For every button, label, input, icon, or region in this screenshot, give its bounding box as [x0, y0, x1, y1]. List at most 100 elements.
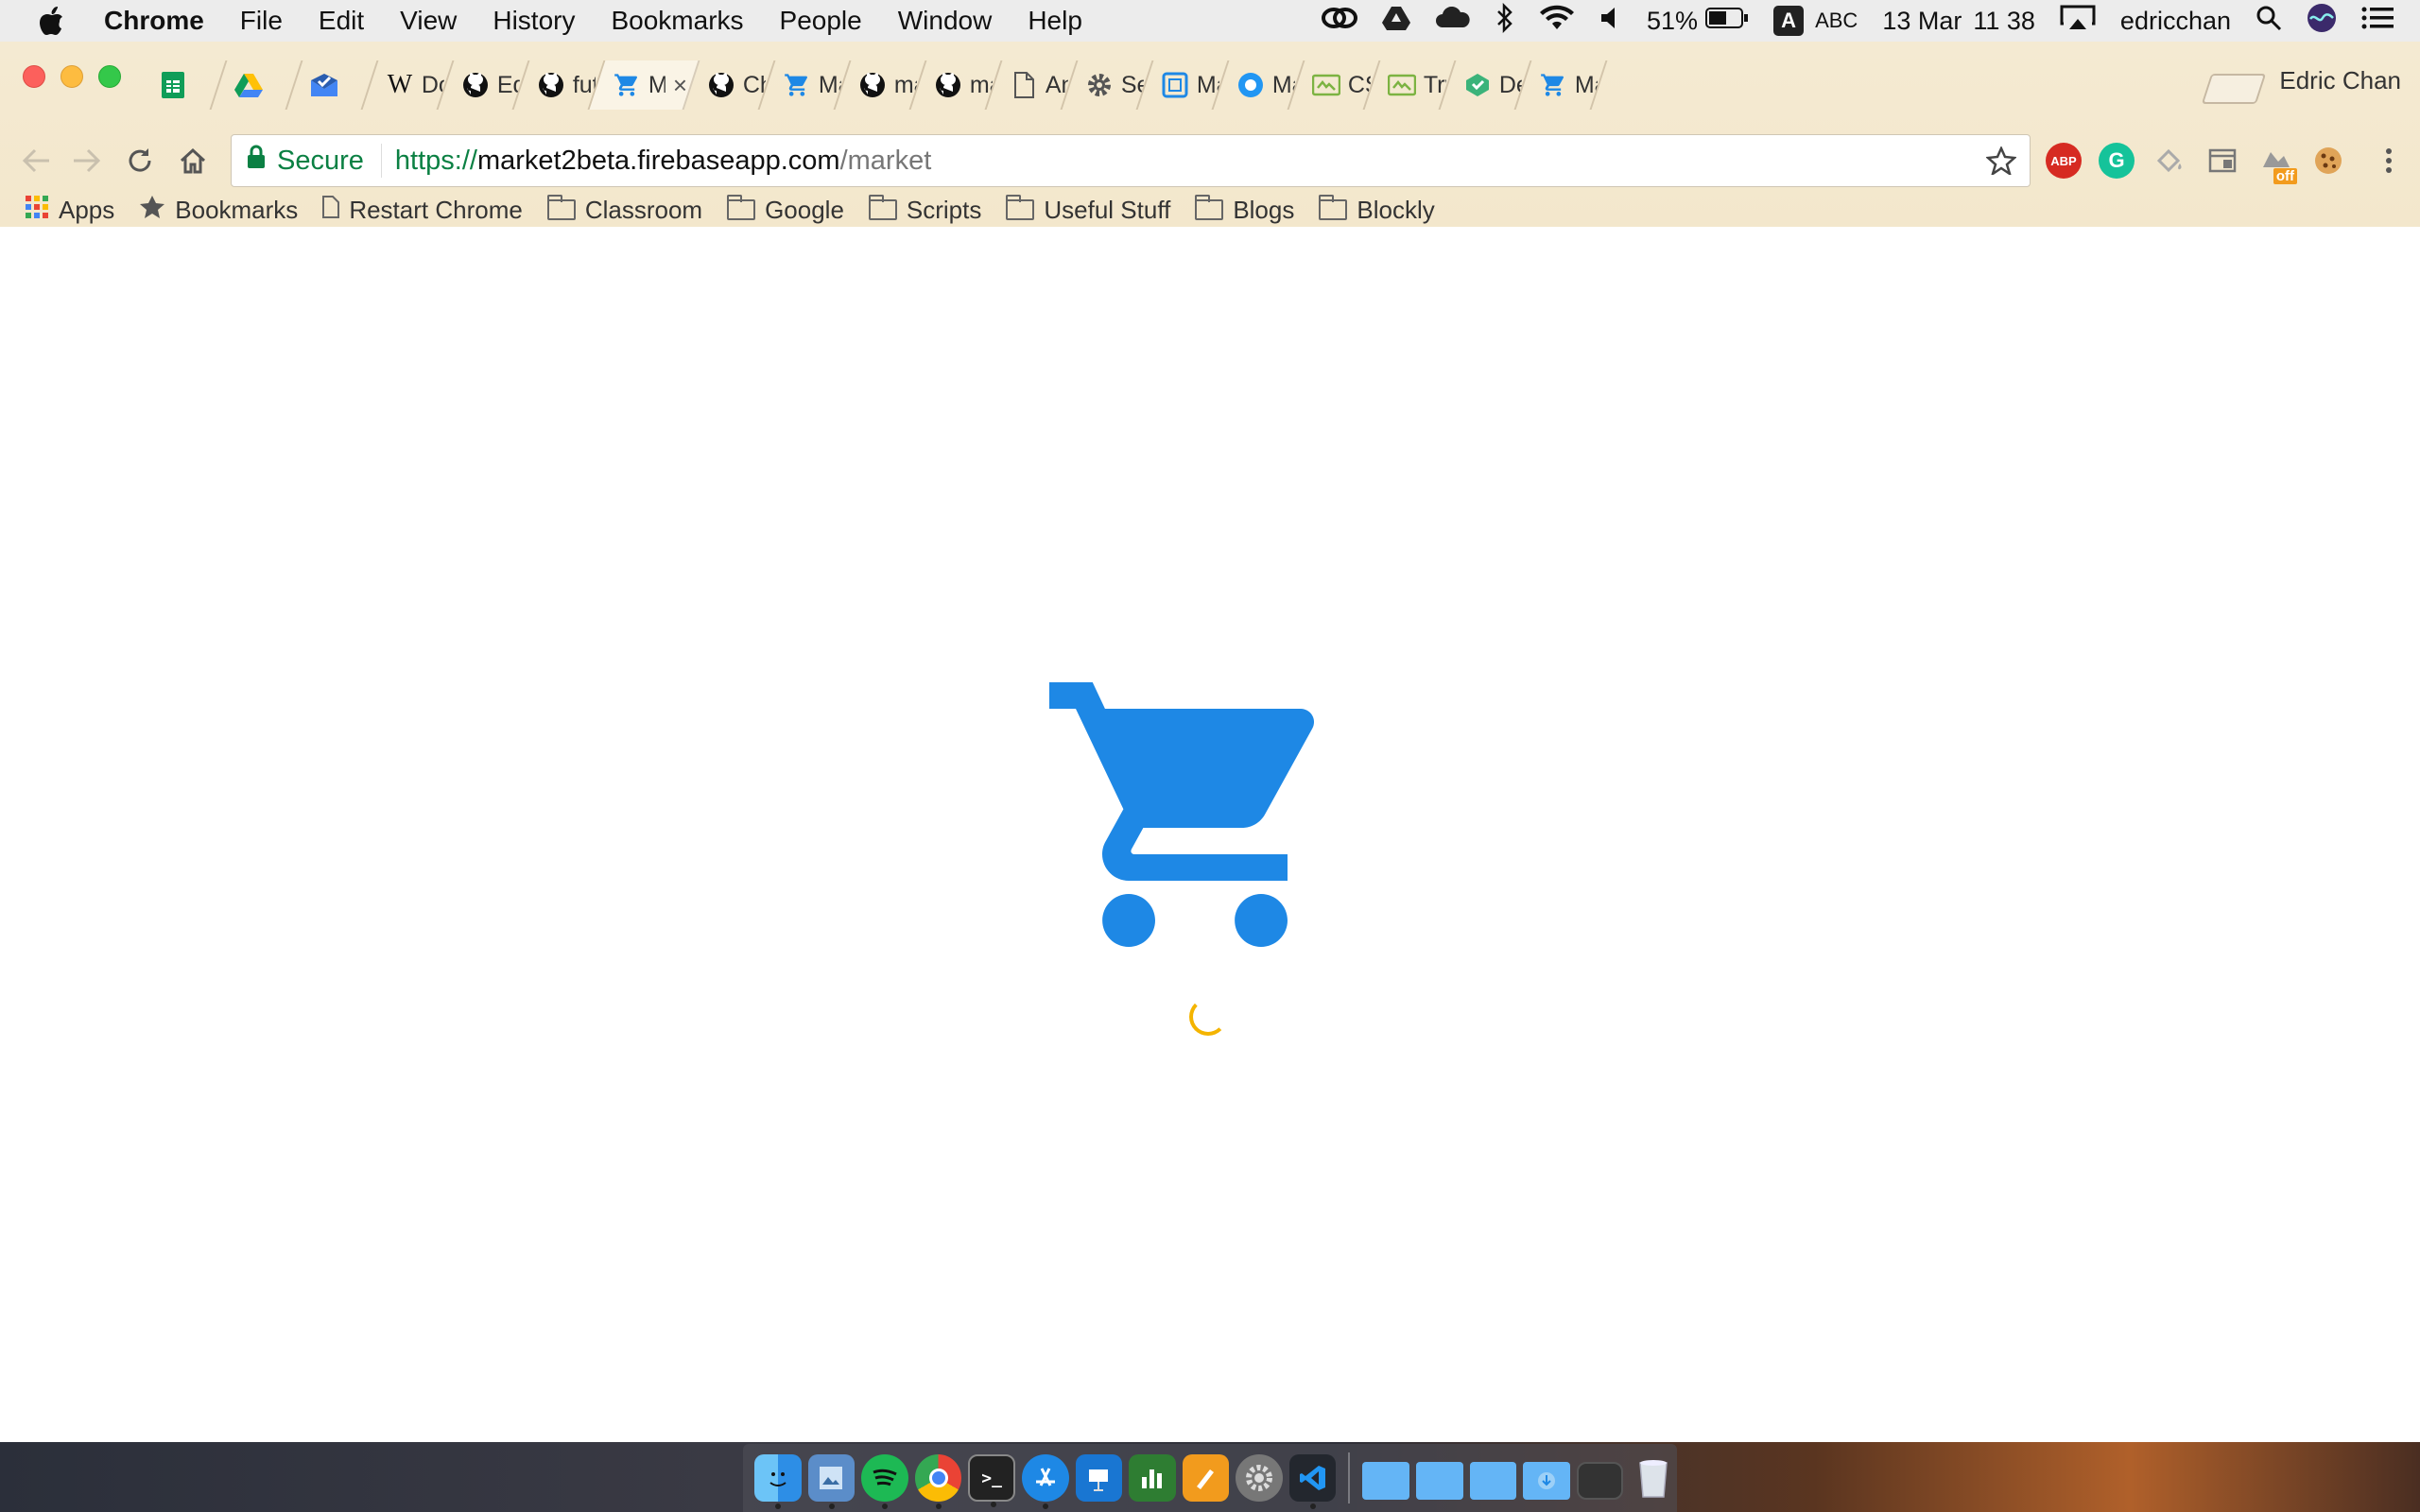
address-bar[interactable]: Secure https://market2beta.firebaseapp.c…: [231, 134, 2031, 187]
cookie-icon[interactable]: [2310, 143, 2346, 179]
apple-menu-icon[interactable]: [0, 7, 104, 35]
cart-icon: [613, 71, 641, 99]
wifi-icon[interactable]: [1539, 5, 1575, 38]
reload-button[interactable]: [119, 140, 161, 181]
menu-window[interactable]: Window: [880, 6, 1011, 36]
siri-icon[interactable]: [2307, 3, 2337, 40]
creative-cloud-icon[interactable]: [1322, 6, 1358, 37]
menu-help[interactable]: Help: [1010, 6, 1100, 36]
trash-icon[interactable]: [1630, 1454, 1677, 1502]
tab-market-active[interactable]: M ×: [589, 60, 700, 110]
spotlight-search-icon[interactable]: [2256, 5, 2282, 38]
terminal-icon[interactable]: >_: [968, 1454, 1015, 1507]
tab-market-3[interactable]: Mar: [1515, 60, 1608, 110]
minimize-window-button[interactable]: [60, 65, 83, 88]
home-button[interactable]: [172, 140, 214, 181]
pages-icon[interactable]: [1182, 1454, 1230, 1502]
google-drive-status-icon[interactable]: [1382, 6, 1411, 37]
new-tab-button[interactable]: [2201, 74, 2267, 104]
bookmark-folder-useful-stuff[interactable]: Useful Stuff: [994, 195, 1183, 225]
input-source-label[interactable]: ABC: [1815, 9, 1858, 33]
menu-view[interactable]: View: [382, 6, 475, 36]
off-badge-icon[interactable]: off: [2257, 143, 2297, 184]
bookmark-apps[interactable]: Apps: [0, 195, 127, 226]
folder-icon[interactable]: [1362, 1462, 1409, 1500]
page-icon: [322, 195, 340, 225]
folder-icon: [546, 195, 576, 220]
downloads-icon[interactable]: [1523, 1462, 1570, 1500]
bookmark-label: Google: [765, 195, 844, 224]
notification-center-icon[interactable]: [2361, 6, 2394, 37]
menubar-date[interactable]: 13 Mar: [1882, 7, 1962, 36]
folder-icon: [1319, 195, 1348, 220]
folder-icon[interactable]: [1415, 1462, 1463, 1500]
bookmark-bookmarks[interactable]: Bookmarks: [127, 195, 310, 226]
apps-grid-icon: [25, 195, 49, 226]
adblock-icon[interactable]: ABP: [2046, 143, 2082, 179]
bookmark-label: Scripts: [906, 195, 982, 224]
numbers-icon[interactable]: [1129, 1454, 1176, 1502]
tab-title: Ang: [1046, 71, 1068, 98]
forward-button[interactable]: [66, 140, 108, 181]
chrome-icon[interactable]: [914, 1454, 962, 1509]
off-badge-label: off: [2273, 168, 2297, 184]
bookmark-folder-scripts[interactable]: Scripts: [856, 195, 994, 225]
bookmark-star-icon[interactable]: [1985, 145, 2017, 182]
close-tab-icon[interactable]: ×: [673, 71, 687, 100]
star-icon: [139, 195, 165, 226]
wikipedia-icon: W: [387, 70, 413, 99]
menu-edit[interactable]: Edit: [301, 6, 382, 36]
bookmark-folder-classroom[interactable]: Classroom: [535, 195, 715, 225]
url-path: /market: [839, 145, 932, 176]
onedrive-icon[interactable]: [1435, 6, 1471, 36]
menu-bookmarks[interactable]: Bookmarks: [593, 6, 761, 36]
url-text[interactable]: https://market2beta.firebaseapp.com/mark…: [382, 146, 931, 177]
bookmark-folder-google[interactable]: Google: [715, 195, 856, 225]
app-store-icon[interactable]: [1021, 1454, 1069, 1509]
bookmark-restart-chrome[interactable]: Restart Chrome: [310, 195, 535, 225]
airplay-icon[interactable]: [2060, 5, 2096, 38]
volume-icon[interactable]: [1599, 6, 1622, 37]
grammarly-icon[interactable]: G: [2099, 143, 2135, 179]
back-button[interactable]: [15, 140, 57, 181]
battery-percent[interactable]: 51%: [1647, 7, 1698, 36]
secure-label: Secure: [277, 145, 364, 176]
menubar-user[interactable]: edricchan: [2120, 7, 2231, 36]
bluetooth-icon[interactable]: [1495, 2, 1514, 40]
battery-icon[interactable]: [1705, 7, 1749, 36]
window-icon[interactable]: [2204, 143, 2240, 179]
menu-file[interactable]: File: [222, 6, 301, 36]
folder-icon[interactable]: [1469, 1462, 1517, 1500]
profile-name[interactable]: Edric Chan: [2279, 66, 2401, 95]
tab-title: Tryi: [1424, 71, 1446, 98]
menubar-time[interactable]: 11 38: [1973, 7, 2035, 36]
folder-icon: [1195, 195, 1224, 220]
input-source-badge[interactable]: A: [1773, 6, 1805, 36]
preview-icon[interactable]: [807, 1454, 856, 1509]
bookmark-folder-blockly[interactable]: Blockly: [1306, 195, 1446, 225]
keynote-icon[interactable]: [1075, 1454, 1123, 1502]
system-preferences-icon[interactable]: [1236, 1454, 1283, 1502]
deploy-icon: [1463, 71, 1492, 99]
tab-title: Mar: [1575, 71, 1598, 98]
browser-toolbar: Secure https://market2beta.firebaseapp.c…: [0, 129, 2420, 193]
chrome-menu-icon[interactable]: [2371, 143, 2407, 179]
bookmark-folder-blogs[interactable]: Blogs: [1183, 195, 1306, 225]
spotify-icon[interactable]: [861, 1454, 908, 1509]
shopping-cart-logo-icon: [1049, 682, 1315, 947]
security-indicator[interactable]: Secure: [232, 144, 382, 178]
menu-people[interactable]: People: [762, 6, 880, 36]
screen-icon[interactable]: [1576, 1462, 1624, 1500]
close-window-button[interactable]: [23, 65, 45, 88]
finder-icon[interactable]: [754, 1454, 802, 1509]
zoom-window-button[interactable]: [98, 65, 121, 88]
menu-app-name[interactable]: Chrome: [104, 6, 222, 36]
tab-title: Mat: [1272, 71, 1295, 98]
menu-history[interactable]: History: [475, 6, 593, 36]
paint-bucket-icon[interactable]: [2152, 143, 2187, 179]
vscode-icon[interactable]: [1288, 1454, 1337, 1509]
tab-title: mat: [970, 71, 993, 98]
status-area: 51% A ABC 13 Mar 11 38 edricchan: [1322, 0, 2420, 42]
tabs: W Dor Edit futu M × Cha Mar mat mat Ang …: [135, 60, 1608, 110]
folder-icon: [868, 195, 897, 220]
